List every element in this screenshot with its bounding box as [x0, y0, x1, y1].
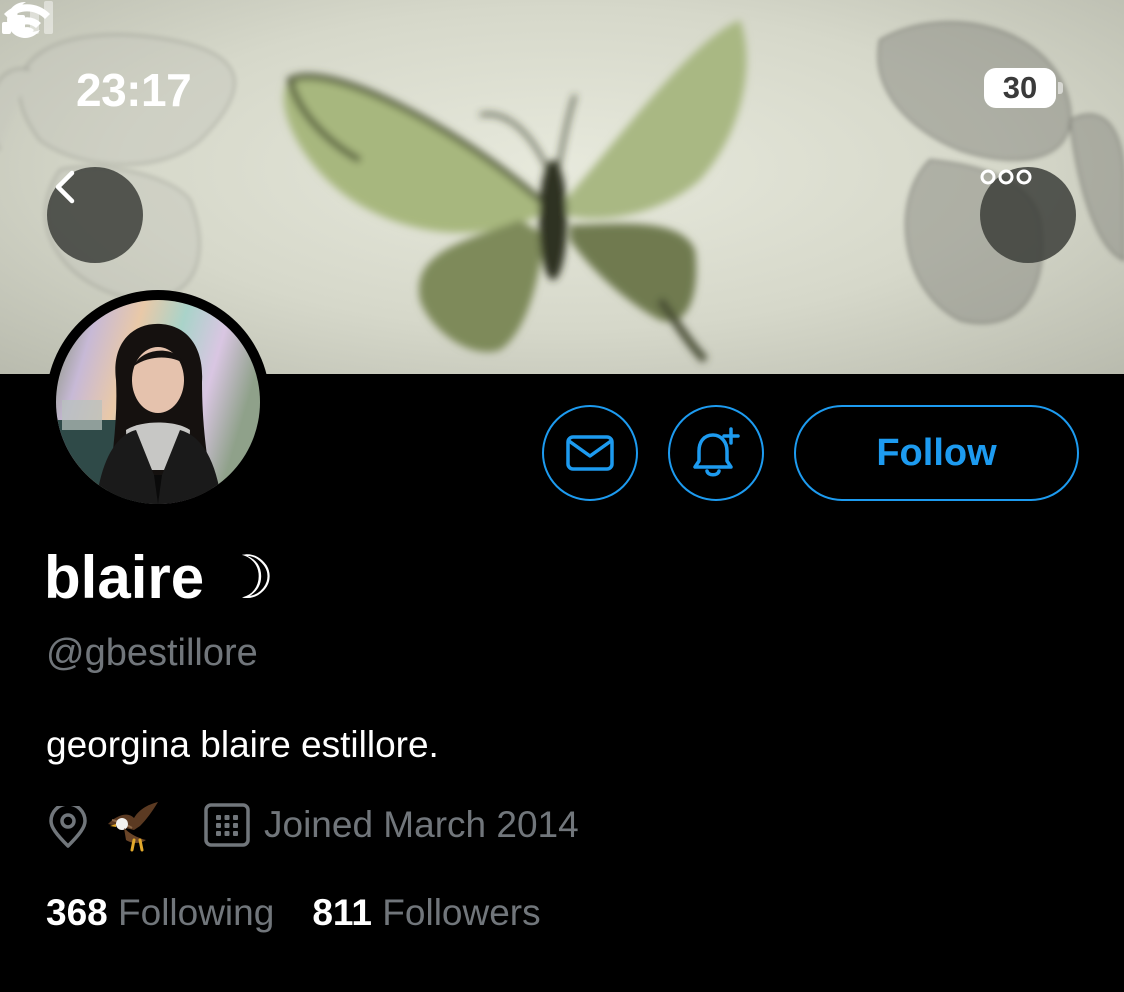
- following-count: 368: [46, 892, 108, 933]
- followers-label: Followers: [382, 892, 541, 933]
- display-name: blaire ☽: [44, 544, 275, 611]
- following-label: Following: [118, 892, 275, 933]
- avatar-photo: [56, 300, 260, 504]
- wifi-icon: [4, 4, 50, 38]
- profile-screen: 23:17 30 Follow blaire ☽ @gbestillore ge…: [0, 0, 1124, 992]
- following-link[interactable]: 368 Following: [46, 892, 274, 933]
- battery-indicator: 30: [984, 68, 1063, 108]
- back-button[interactable]: [47, 167, 143, 263]
- calendar-icon: [204, 803, 250, 847]
- joined-date: Joined March 2014: [264, 804, 579, 845]
- bio: georgina blaire estillore.: [46, 724, 439, 765]
- notifications-button[interactable]: [668, 405, 764, 501]
- more-horizontal-icon: [980, 169, 1032, 185]
- battery-level: 30: [1002, 70, 1038, 105]
- status-time: 23:17: [76, 64, 192, 116]
- location-value: 🦅: [104, 800, 160, 852]
- more-options-button[interactable]: [980, 167, 1076, 263]
- message-button[interactable]: [542, 405, 638, 501]
- chevron-left-icon: [55, 170, 75, 204]
- envelope-icon: [566, 435, 614, 471]
- followers-count: 811: [312, 892, 373, 933]
- location-pin-icon: [49, 806, 87, 848]
- bell-plus-icon: [693, 427, 740, 477]
- followers-link[interactable]: 811 Followers: [312, 892, 540, 933]
- follow-button[interactable]: Follow: [794, 405, 1079, 501]
- avatar[interactable]: [46, 290, 270, 514]
- follow-stats: 368 Following 811 Followers: [46, 888, 541, 938]
- eagle-emoji-icon: [108, 802, 158, 852]
- user-handle: @gbestillore: [46, 632, 258, 674]
